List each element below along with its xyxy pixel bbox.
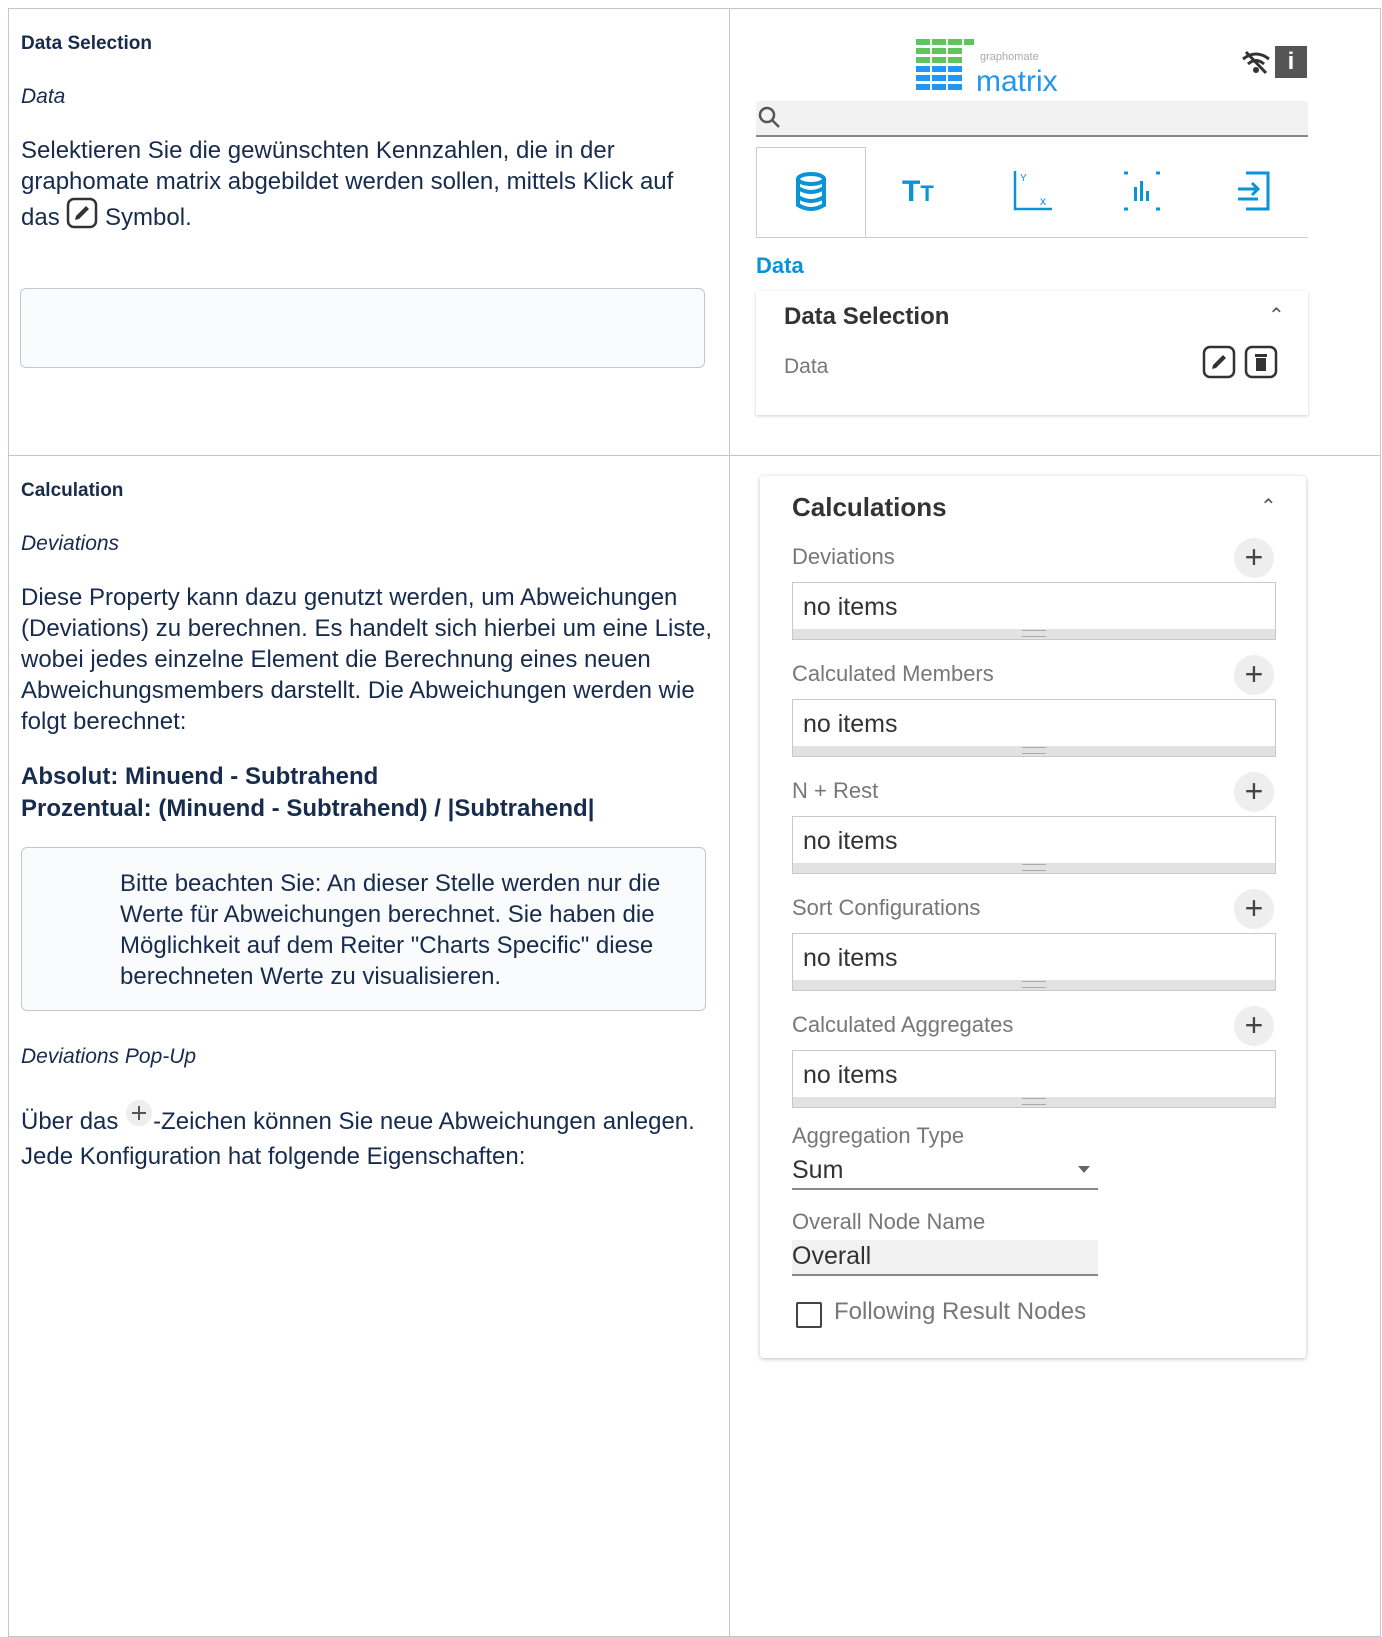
calculation-cell: Calculation Deviations Diese Property ka… [8,455,730,1637]
resize-grip-icon[interactable] [1022,1098,1046,1105]
empty-info-panel [20,288,705,368]
dropdown-arrow-icon [1078,1166,1090,1173]
overall-node-name-label: Overall Node Name [792,1209,986,1234]
add-sort-configuration-button[interactable]: + [1234,889,1274,929]
axis-icon: Yx [1013,171,1052,211]
search-bar[interactable] [756,101,1308,137]
chevron-up-icon[interactable]: ⌃ [1260,494,1277,519]
list-label-calculated-members: Calculated Members [792,661,994,686]
sort-configurations-list[interactable]: no items [792,933,1276,991]
card-title: Data Selection [784,303,950,330]
add-n-rest-button[interactable]: + [1234,772,1274,812]
data-selection-cell: Data Selection Data Selektieren Sie die … [8,8,730,456]
section-subtitle: Deviations [21,532,120,555]
data-description: Selektieren Sie die gewünschten Kennzahl… [21,135,717,237]
svg-text:x: x [1040,194,1046,208]
doc-table: Data Selection Data Selektieren Sie die … [8,8,1381,1637]
popup-subtitle: Deviations Pop-Up [21,1045,197,1068]
note-panel: Bitte beachten Sie: An dieser Stelle wer… [21,847,706,1011]
calculations-title: Calculations [792,492,947,522]
section-label: Data [756,253,804,278]
text-icon: TT [902,175,934,208]
tab-import[interactable] [1194,147,1308,235]
n-rest-list[interactable]: no items [792,816,1276,874]
tab-bar: TT Yx [756,147,1308,238]
database-icon [796,172,826,211]
formula-percent: Prozentual: (Minuend - Subtrahend) / |Su… [21,795,595,822]
tab-data[interactable] [756,147,866,237]
aggregation-type-label: Aggregation Type [792,1123,965,1148]
calculated-aggregates-list[interactable]: no items [792,1050,1276,1108]
list-label-sort-configurations: Sort Configurations [792,895,981,920]
import-icon [1238,171,1270,211]
graphomate-logo: graphomate matrix [916,39,1086,99]
tab-chart[interactable] [1084,147,1194,235]
section-title: Data Selection [21,33,152,54]
popup-description: Über das -Zeichen können Sie neue Abweic… [21,1099,717,1172]
edit-icon[interactable] [1202,345,1236,379]
section-subtitle: Data [21,85,66,108]
formula-absolute: Absolut: Minuend - Subtrahend [21,763,379,790]
section-title: Calculation [21,480,124,501]
properties-panel-screenshot: graphomate matrix i TT Y x Data Data Sel… [729,8,1381,456]
data-selection-card: Data Selection ⌃ Data [756,291,1308,415]
tab-text[interactable]: TT [864,147,974,235]
add-calculated-member-button[interactable]: + [1234,655,1274,695]
list-label-calculated-aggregates: Calculated Aggregates [792,1012,1014,1037]
resize-grip-icon[interactable] [1022,747,1046,754]
info-icon[interactable]: i [1275,46,1307,78]
aggregation-type-select[interactable]: Sum [792,1154,1098,1190]
resize-grip-icon[interactable] [1022,864,1046,871]
list-label-n-rest: N + Rest [792,778,879,803]
note-text: Bitte beachten Sie: An dieser Stelle wer… [120,870,661,990]
resize-grip-icon[interactable] [1022,630,1046,637]
following-result-nodes-label: Following Result Nodes [834,1298,1087,1325]
logo-big-text: matrix [976,65,1058,98]
trash-icon[interactable] [1244,345,1278,379]
add-deviation-button[interactable]: + [1234,538,1274,578]
calculations-card: Calculations ⌃ Deviations + no items Cal… [760,476,1306,1358]
plus-icon [125,1099,153,1141]
following-result-nodes-checkbox[interactable] [796,1302,822,1328]
pencil-icon [66,197,98,237]
calculated-members-list[interactable]: no items [792,699,1276,757]
svg-text:Y: Y [1020,173,1027,184]
wifi-off-icon[interactable] [1240,49,1272,80]
logo-small-text: graphomate [980,51,1039,63]
chart-icon [1124,171,1160,211]
deviations-list[interactable]: no items [792,582,1276,640]
formulas: Absolut: Minuend - Subtrahend Prozentual… [21,761,717,825]
add-calculated-aggregate-button[interactable]: + [1234,1006,1274,1046]
tab-axis[interactable]: Yx [974,147,1084,235]
overall-node-name-input[interactable]: Overall [792,1240,1098,1276]
resize-grip-icon[interactable] [1022,981,1046,988]
deviations-description: Diese Property kann dazu genutzt werden,… [21,584,713,735]
list-label-deviations: Deviations [792,544,895,569]
calculations-panel-screenshot: Calculations ⌃ Deviations + no items Cal… [729,455,1381,1637]
card-row-label: Data [784,355,829,378]
search-icon [758,106,780,128]
chevron-up-icon[interactable]: ⌃ [1268,303,1285,328]
